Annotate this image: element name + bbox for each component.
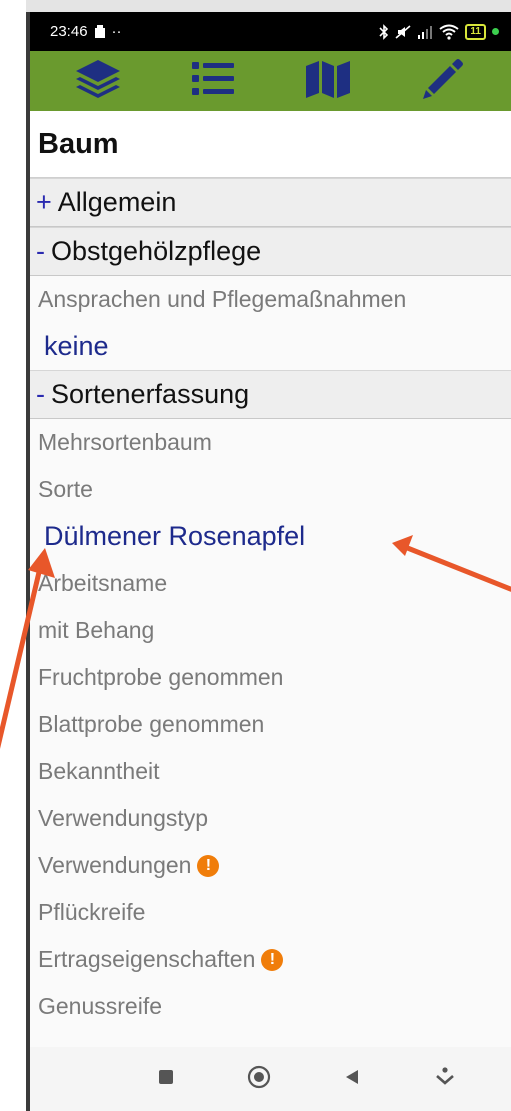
layers-icon — [73, 58, 123, 105]
assistant-button[interactable] — [425, 1059, 465, 1099]
field-value-sorte[interactable]: Dülmener Rosenapfel — [30, 513, 511, 560]
section-obstgehoelzpflege[interactable]: - Obstgehölzpflege — [30, 227, 511, 276]
battery-level: 11 — [470, 26, 481, 37]
section-label: Allgemein — [57, 187, 177, 217]
status-extra: ·· — [111, 23, 122, 40]
recents-button[interactable] — [146, 1059, 186, 1099]
section-label: Obstgehölzpflege — [51, 236, 262, 266]
back-triangle-icon — [344, 1068, 360, 1091]
system-navbar — [30, 1047, 511, 1111]
field-blattprobe[interactable]: Blattprobe genommen — [30, 701, 511, 748]
status-time: 23:46 — [50, 23, 88, 40]
status-bar: 23:46 ·· 11 — [30, 12, 511, 51]
warning-icon: ! — [197, 854, 220, 877]
list-button[interactable] — [183, 56, 243, 106]
wifi-icon — [439, 24, 460, 40]
collapse-icon: - — [36, 236, 45, 266]
active-dot-icon — [492, 28, 499, 35]
field-value-ansprachen[interactable]: keine — [30, 323, 511, 370]
back-button[interactable] — [332, 1059, 372, 1099]
field-label-sorte: Sorte — [30, 466, 511, 513]
section-label: Sortenerfassung — [51, 379, 250, 409]
section-allgemein[interactable]: + Allgemein — [30, 178, 511, 227]
signal-icon — [417, 25, 433, 39]
field-mit-behang[interactable]: mit Behang — [30, 607, 511, 654]
field-fruchtprobe[interactable]: Fruchtprobe genommen — [30, 654, 511, 701]
mute-icon — [395, 24, 411, 40]
field-label-ansprachen: Ansprachen und Pflegemaßnahmen — [30, 276, 511, 323]
field-bekanntheit[interactable]: Bekanntheit — [30, 748, 511, 795]
outer-top-strip — [0, 0, 511, 12]
home-button[interactable] — [239, 1059, 279, 1099]
expand-icon: + — [36, 187, 52, 217]
circle-icon — [247, 1065, 271, 1094]
page-title: Baum — [30, 111, 511, 178]
outer-left-margin — [0, 0, 26, 1111]
field-verwendungstyp[interactable]: Verwendungstyp — [30, 795, 511, 842]
phone-screen: 23:46 ·· 11 Baum + Allgemein - Obstgehöl… — [26, 12, 511, 1111]
square-icon — [158, 1069, 174, 1090]
edit-button[interactable] — [413, 56, 473, 106]
field-genussreife[interactable]: Genussreife — [30, 983, 511, 1030]
field-arbeitsname[interactable]: Arbeitsname — [30, 560, 511, 607]
collapse-icon: - — [36, 379, 45, 409]
field-ertragseigenschaften[interactable]: Ertragseigenschaften ! — [30, 936, 511, 983]
battery-icon: 11 — [465, 23, 486, 40]
map-icon — [305, 59, 351, 104]
field-pflueckreife[interactable]: Pflückreife — [30, 889, 511, 936]
notification-icon — [94, 24, 106, 39]
status-left: 23:46 ·· — [50, 23, 122, 40]
section-sortenerfassung[interactable]: - Sortenerfassung — [30, 370, 511, 419]
pencil-icon — [422, 58, 464, 105]
status-right: 11 — [379, 23, 499, 40]
map-button[interactable] — [298, 56, 358, 106]
field-label-text: Ertragseigenschaften — [38, 946, 256, 972]
warning-icon: ! — [261, 948, 284, 971]
bluetooth-icon — [379, 23, 389, 40]
field-label-text: Verwendungen — [38, 852, 192, 878]
assistant-icon — [434, 1066, 456, 1093]
field-mehrsortenbaum[interactable]: Mehrsortenbaum — [30, 419, 511, 466]
field-verwendungen[interactable]: Verwendungen ! — [30, 842, 511, 889]
toolbar — [30, 51, 511, 111]
layers-button[interactable] — [68, 56, 128, 106]
list-icon — [191, 59, 235, 104]
